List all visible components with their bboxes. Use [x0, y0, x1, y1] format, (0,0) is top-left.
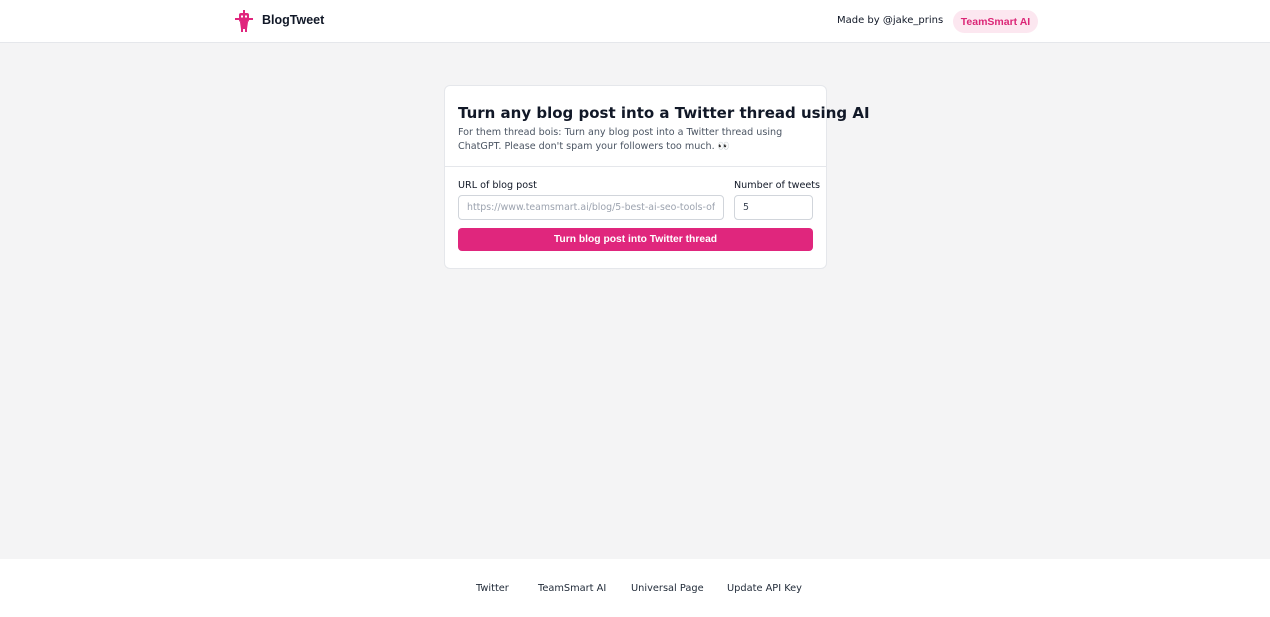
robot-logo-icon[interactable] — [232, 9, 256, 33]
made-by-credit[interactable]: Made by @jake_prins — [837, 15, 943, 26]
page-description: For them thread bois: Turn any blog post… — [458, 127, 783, 152]
tweet-count-input[interactable] — [734, 195, 813, 220]
teamsmart-ai-button[interactable]: TeamSmart AI — [953, 10, 1038, 33]
footer-link-update-api-key[interactable]: Update API Key — [727, 583, 802, 594]
converter-card: Turn any blog post into a Twitter thread… — [444, 85, 870, 269]
url-field-label: URL of blog post — [458, 180, 537, 191]
footer-link-teamsmart[interactable]: TeamSmart AI — [538, 583, 606, 594]
convert-button[interactable]: Turn blog post into Twitter thread — [458, 228, 813, 251]
page-footer: Twitter TeamSmart AI Universal Page Upda… — [0, 559, 1270, 617]
card-divider — [445, 166, 826, 167]
blog-url-input[interactable] — [458, 195, 724, 220]
brand-name[interactable]: BlogTweet — [262, 13, 324, 27]
tweet-count-label: Number of tweets — [734, 180, 821, 191]
top-header: BlogTweet Made by @jake_prins TeamSmart … — [0, 0, 1270, 43]
footer-link-universal-page[interactable]: Universal Page — [631, 583, 704, 594]
page-title: Turn any blog post into a Twitter thread… — [458, 104, 870, 122]
footer-link-twitter[interactable]: Twitter — [476, 583, 509, 594]
